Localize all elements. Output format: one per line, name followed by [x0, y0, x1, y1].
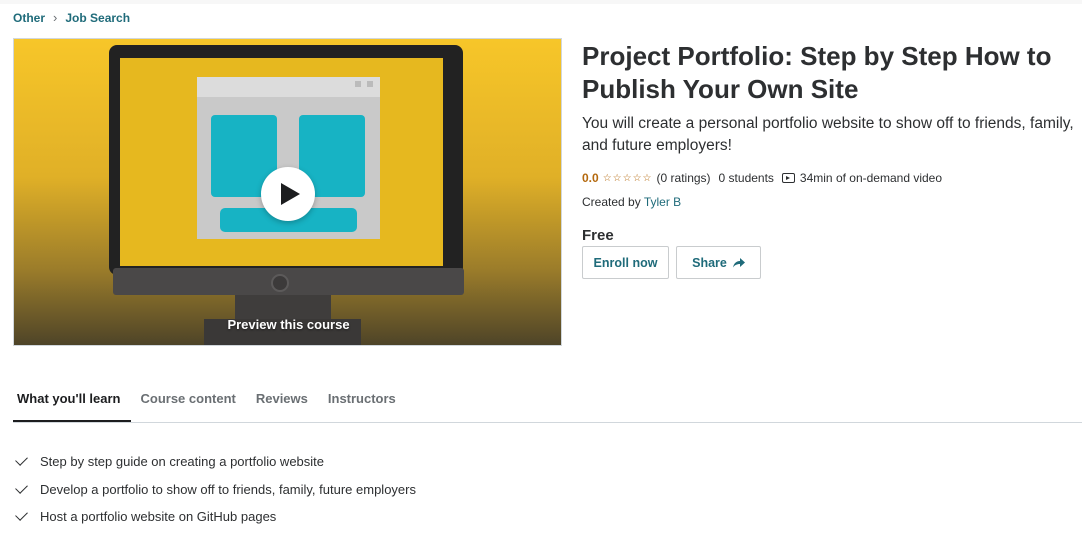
ratings-count: (0 ratings)	[656, 171, 711, 185]
learning-outcomes-list: Step by step guide on creating a portfol…	[15, 448, 416, 531]
star-rating-icon: ☆☆☆☆☆	[602, 172, 653, 184]
tab-what-youll-learn[interactable]: What you'll learn	[13, 384, 131, 422]
checkmark-icon	[15, 453, 28, 467]
students-count: 0 students	[718, 171, 774, 185]
enroll-button-label: Enroll now	[593, 255, 658, 270]
video-length: 34min of on-demand video	[799, 171, 943, 185]
top-strip	[0, 0, 1082, 4]
share-icon	[732, 257, 745, 267]
learning-outcome-text: Host a portfolio website on GitHub pages	[40, 509, 277, 525]
learning-outcome-text: Develop a portfolio to show off to frien…	[40, 481, 416, 497]
course-tabs: What you'll learn Course content Reviews…	[13, 384, 1082, 423]
breadcrumb: Other › Job Search	[13, 10, 130, 25]
breadcrumb-item-job-search[interactable]: Job Search	[65, 11, 130, 25]
enroll-button[interactable]: Enroll now	[582, 246, 669, 279]
window-control-dot	[355, 81, 361, 87]
play-button[interactable]	[261, 167, 315, 221]
rating-value: 0.0	[582, 171, 599, 185]
list-item: Step by step guide on creating a portfol…	[15, 448, 416, 476]
tab-reviews[interactable]: Reviews	[246, 384, 318, 421]
tab-course-content[interactable]: Course content	[131, 384, 246, 421]
course-subtitle: You will create a personal portfolio web…	[582, 115, 1074, 154]
preview-course-label[interactable]: Preview this course	[14, 317, 561, 332]
course-preview-video[interactable]: Preview this course	[13, 38, 562, 346]
tab-instructors[interactable]: Instructors	[318, 384, 406, 421]
list-item: Develop a portfolio to show off to frien…	[15, 476, 416, 504]
window-control-dot	[367, 81, 373, 87]
list-item: Host a portfolio website on GitHub pages	[15, 503, 416, 531]
chevron-right-icon: ›	[53, 10, 58, 25]
checkmark-icon	[15, 480, 28, 494]
checkmark-icon	[15, 508, 28, 522]
browser-window-titlebar	[197, 77, 380, 97]
created-by-label: Created by	[582, 195, 641, 209]
breadcrumb-item-other[interactable]: Other	[13, 11, 45, 25]
learning-outcome-text: Step by step guide on creating a portfol…	[40, 454, 325, 470]
course-meta: 0.0 ☆☆☆☆☆ (0 ratings) 0 students 34min o…	[582, 171, 942, 185]
play-icon	[281, 183, 300, 205]
course-price: Free	[582, 227, 614, 244]
monitor-button	[271, 274, 289, 292]
course-title: Project Portfolio: Step by Step How to P…	[582, 41, 1052, 104]
video-icon	[781, 173, 795, 183]
instructor-link[interactable]: Tyler B	[644, 195, 681, 209]
created-by: Created by Tyler B	[582, 195, 681, 209]
share-button-label: Share	[692, 255, 727, 270]
share-button[interactable]: Share	[676, 246, 761, 279]
